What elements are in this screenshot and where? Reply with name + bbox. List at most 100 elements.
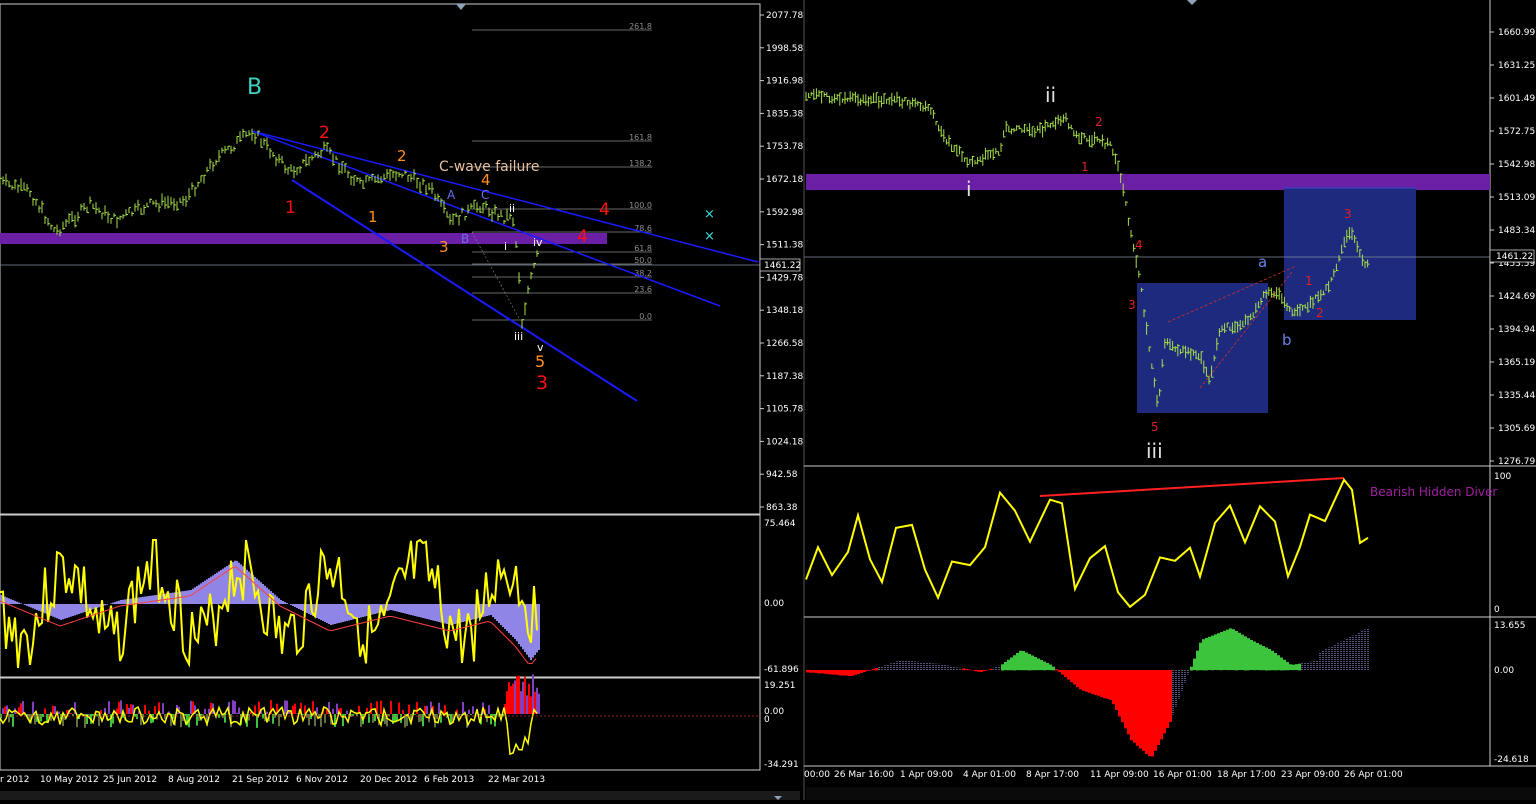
right-axis-label: 1513.09 <box>1498 193 1535 203</box>
right-chart-window[interactable]: i ii iii 1 2 3 4 5 1 2 3 a b 1660.991631… <box>804 0 1536 800</box>
left-osc2-hist-bar <box>306 714 308 718</box>
left-osc2-top: 19.251 <box>764 681 796 691</box>
left-osc2-hist-bar <box>372 714 374 723</box>
right-osc2-hist-bar <box>842 670 845 675</box>
left-osc1-hist-bar <box>430 604 432 620</box>
left-osc2-hist-bar <box>388 714 390 716</box>
left-osc1-hist-bar <box>266 588 268 604</box>
right-osc2-hist-bar <box>1148 670 1151 756</box>
right-axis-label: 1660.99 <box>1498 28 1535 38</box>
right-horizontal-scrollbar[interactable] <box>806 787 1536 800</box>
left-osc1-hist-bar <box>120 600 122 604</box>
left-osc1-hist-bar <box>342 604 344 622</box>
left-osc1-hist-bar <box>72 604 74 616</box>
left-osc1-hist-bar <box>62 604 64 619</box>
left-osc2-hist-bar <box>52 706 54 714</box>
left-osc1-hist-bar <box>150 596 152 604</box>
left-osc1-hist-bar <box>326 604 328 623</box>
left-osc1-hist-bar <box>502 604 504 627</box>
left-osc1-hist-bar <box>510 604 512 635</box>
left-osc1-hist-bar <box>424 604 426 619</box>
left-osc1-hist-bar <box>508 604 510 633</box>
left-axis-label: 1592.98 <box>766 208 803 218</box>
left-osc2-hist-bar <box>4 706 6 714</box>
left-osc1-hist-bar <box>32 604 34 608</box>
left-axis-label: 1187.38 <box>766 372 803 382</box>
left-osc2-hist-bar <box>146 714 148 715</box>
left-osc2-hist-bar <box>20 703 22 714</box>
left-osc2-hist-bar <box>278 714 280 726</box>
right-osc2-hist-bar <box>1022 651 1025 670</box>
wave-label-iv: iv <box>533 236 543 249</box>
bearish-divergence-line[interactable] <box>1040 478 1344 496</box>
left-osc1-hist-bar <box>278 598 280 604</box>
left-osc1-hist-bar <box>414 604 416 616</box>
right-osc2-hist-bar <box>1226 630 1229 671</box>
right-osc2-hist-bar <box>1103 670 1106 698</box>
left-osc2-hist-bar <box>154 706 156 714</box>
left-osc2-hist-bar <box>296 713 298 714</box>
left-osc1-hist-bar <box>338 604 340 623</box>
left-osc1-hist-bar <box>78 604 80 614</box>
left-osc2-hist-bar <box>44 708 46 714</box>
right-osc2-hist-bar <box>1292 665 1295 670</box>
fib-level-label: 161.8 <box>629 133 652 142</box>
left-osc1-hist-bar <box>204 581 206 604</box>
right-osc2-hist-bar <box>1049 665 1052 671</box>
right-osc2-hist-bar <box>1109 670 1112 700</box>
right-osc2-hist-bar <box>1238 633 1241 670</box>
right-osc2-hist-bar <box>1112 670 1115 704</box>
left-osc2-bottom: -34.291 <box>764 760 799 770</box>
left-osc2-hist-bar <box>538 694 540 714</box>
left-osc1-hist-bar <box>374 604 376 614</box>
left-osc2-hist-bar <box>470 714 472 715</box>
right-osc2-hist-bar <box>1061 670 1064 675</box>
right-osc2-top: 13.655 <box>1494 621 1526 631</box>
left-shift-marker-icon[interactable] <box>456 4 466 10</box>
right-osc2-hist-bar <box>1235 631 1238 670</box>
right-osc2-hist-bar <box>1196 651 1199 671</box>
left-osc2-hist-bar <box>32 702 34 714</box>
left-osc1-hist-bar <box>44 604 46 613</box>
left-osc1-hist-bar <box>328 604 330 624</box>
channel-middle-line[interactable] <box>252 131 720 306</box>
channel-lower-line[interactable] <box>292 180 637 401</box>
left-osc1-hist-bar <box>360 604 362 618</box>
left-osc1-hist-bar <box>436 604 438 622</box>
left-osc1-hist-bar <box>36 604 38 610</box>
wave-label-r3: 3 <box>1128 298 1136 312</box>
right-osc2-hist-bar <box>1031 656 1034 671</box>
left-osc1-hist-bar <box>322 604 324 621</box>
right-shift-marker-icon[interactable] <box>1187 0 1197 5</box>
right-osc2-hist-bar <box>1010 658 1013 671</box>
left-osc1-hist-bar <box>444 604 446 624</box>
right-osc2-hist-bar <box>1160 670 1163 739</box>
right-date-2: 1 Apr 09:00 <box>900 770 953 780</box>
left-osc1-hist-bar <box>262 584 264 604</box>
wave-label-b: b <box>1282 331 1292 349</box>
left-osc1-hist-bar <box>184 591 186 604</box>
left-osc1-hist-bar <box>498 604 500 623</box>
wave-label-red-4a: 4 <box>599 200 610 220</box>
left-horizontal-scrollbar[interactable] <box>0 791 800 800</box>
right-osc2-hist-bar <box>1013 655 1016 670</box>
left-chart-window[interactable]: 261.8161.8138.2100.078.661.850.038.223.6… <box>0 4 803 800</box>
right-osc2-hist-bar <box>1247 638 1250 670</box>
right-osc2-hist-bar <box>1079 670 1082 689</box>
left-osc1-hist-bar <box>390 604 392 610</box>
wave-label-ii: ii <box>509 202 515 215</box>
c-wave-failure-annotation: C-wave failure <box>439 159 539 175</box>
left-osc1-hist-bar <box>388 604 390 611</box>
right-osc2-hist-bar <box>1253 642 1256 671</box>
right-osc2-hist-bar <box>1037 659 1040 671</box>
wave-label-A: A <box>447 188 456 202</box>
right-osc2-hist-bar <box>1058 670 1061 672</box>
left-osc2-hist-bar <box>530 696 532 714</box>
left-axis-label: 1916.98 <box>766 77 803 87</box>
left-osc1-hist-bar <box>264 586 266 604</box>
left-osc2-hist-bar <box>486 714 488 722</box>
left-osc1-bottom: -61.896 <box>764 665 799 675</box>
right-osc2-hist-bar <box>1091 670 1094 694</box>
right-osc2-hist-bar <box>968 670 971 671</box>
left-osc2-hist-bar <box>420 714 422 721</box>
